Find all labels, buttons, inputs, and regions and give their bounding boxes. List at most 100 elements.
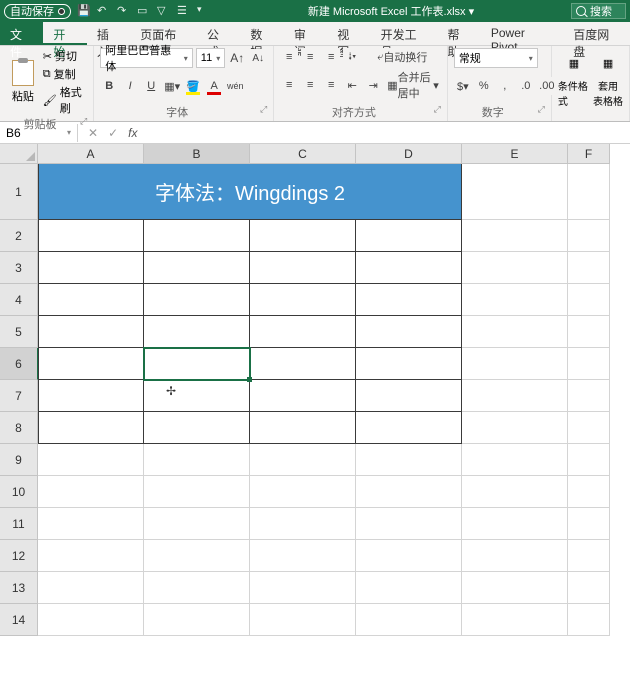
filter-icon[interactable]: ▽ [157,4,171,18]
cancel-formula-button[interactable]: ✕ [88,126,98,140]
cell[interactable] [250,572,356,604]
tab-view[interactable]: 视图 [327,22,370,45]
percent-button[interactable]: % [475,77,493,95]
row-header-14[interactable]: 14 [0,604,38,636]
cell[interactable] [356,348,462,380]
align-top-button[interactable]: ≡ [280,48,298,66]
cell[interactable] [250,412,356,444]
cell[interactable] [38,476,144,508]
tab-power-pivot[interactable]: Power Pivot [481,22,563,45]
cell[interactable] [462,348,568,380]
cell[interactable] [144,412,250,444]
cell[interactable] [356,572,462,604]
alignment-dialog-launcher[interactable]: ⤢ [434,104,441,115]
row-header-4[interactable]: 4 [0,284,38,316]
cell[interactable] [250,380,356,412]
cell[interactable] [144,508,250,540]
cell[interactable] [462,572,568,604]
conditional-format-button[interactable]: ▦ 条件格式 [558,48,590,108]
cell[interactable] [38,220,144,252]
cell[interactable] [568,604,610,636]
fill-color-button[interactable]: 🪣 [184,77,202,95]
cell[interactable] [462,508,568,540]
cell[interactable] [250,540,356,572]
cell[interactable] [38,316,144,348]
row-header-10[interactable]: 10 [0,476,38,508]
select-all-corner[interactable] [0,144,38,164]
number-dialog-launcher[interactable]: ⤢ [538,104,545,115]
worksheet-grid[interactable]: A B C D E F 1 2 3 4 5 6 7 8 9 10 11 12 1… [0,144,630,636]
cell[interactable] [568,220,610,252]
indent-decrease-button[interactable]: ⇤ [343,76,361,94]
cell[interactable] [38,444,144,476]
form-icon[interactable]: ☰ [177,4,191,18]
fx-button[interactable]: fx [128,126,137,140]
cell[interactable] [144,572,250,604]
save-icon[interactable]: 💾 [77,4,91,18]
cell[interactable] [568,540,610,572]
cell[interactable] [568,284,610,316]
bold-button[interactable]: B [100,77,118,95]
indent-increase-button[interactable]: ⇥ [364,76,382,94]
row-header-11[interactable]: 11 [0,508,38,540]
cell[interactable] [144,540,250,572]
row-header-8[interactable]: 8 [0,412,38,444]
wrap-text-button[interactable]: ⤶自动换行 [375,48,429,66]
border-button[interactable]: ▦▾ [163,77,181,95]
font-color-button[interactable]: A [205,77,223,95]
cell[interactable] [568,444,610,476]
cell[interactable] [250,508,356,540]
col-header-A[interactable]: A [38,144,144,164]
cell[interactable] [568,508,610,540]
align-left-button[interactable]: ≡ [280,76,298,94]
cell[interactable] [38,252,144,284]
font-dialog-launcher[interactable]: ⤢ [260,104,267,115]
format-painter-button[interactable]: 🖌格式刷 [43,84,87,116]
align-right-button[interactable]: ≡ [322,76,340,94]
cell[interactable] [250,316,356,348]
cell[interactable] [356,476,462,508]
cell[interactable] [144,476,250,508]
cell[interactable] [462,540,568,572]
cell[interactable] [38,348,144,380]
tab-data[interactable]: 数据 [240,22,283,45]
active-cell[interactable] [144,348,250,380]
cell[interactable] [462,252,568,284]
number-format-combo[interactable]: 常规▾ [454,48,538,68]
tab-baidu[interactable]: 百度网盘 [563,22,630,45]
cell[interactable] [38,508,144,540]
cell[interactable] [250,284,356,316]
cell[interactable] [38,604,144,636]
cell[interactable] [462,284,568,316]
cell[interactable] [144,252,250,284]
row-header-6[interactable]: 6 [0,348,38,380]
cell[interactable] [462,604,568,636]
phonetic-button[interactable]: wén [226,77,244,95]
row-header-3[interactable]: 3 [0,252,38,284]
col-header-C[interactable]: C [250,144,356,164]
confirm-formula-button[interactable]: ✓ [108,126,118,140]
tab-help[interactable]: 帮助 [437,22,480,45]
cell[interactable] [356,540,462,572]
col-header-E[interactable]: E [462,144,568,164]
cell[interactable] [356,252,462,284]
cell[interactable] [356,316,462,348]
cell[interactable] [568,572,610,604]
cell[interactable] [144,220,250,252]
underline-button[interactable]: U [142,77,160,95]
qat-dropdown-icon[interactable]: ▾ [197,4,211,18]
tab-home[interactable]: 开始 [43,22,86,45]
cell[interactable] [568,252,610,284]
cell[interactable] [462,220,568,252]
tab-review[interactable]: 审阅 [284,22,327,45]
row-header-9[interactable]: 9 [0,444,38,476]
tab-formulas[interactable]: 公式 [197,22,240,45]
cell[interactable] [144,316,250,348]
cell[interactable] [38,380,144,412]
cell[interactable] [144,380,250,412]
cell[interactable] [250,604,356,636]
tab-developer[interactable]: 开发工具 [371,22,438,45]
paste-button[interactable]: 粘贴 [6,60,40,104]
cell[interactable] [462,380,568,412]
cell[interactable] [462,444,568,476]
